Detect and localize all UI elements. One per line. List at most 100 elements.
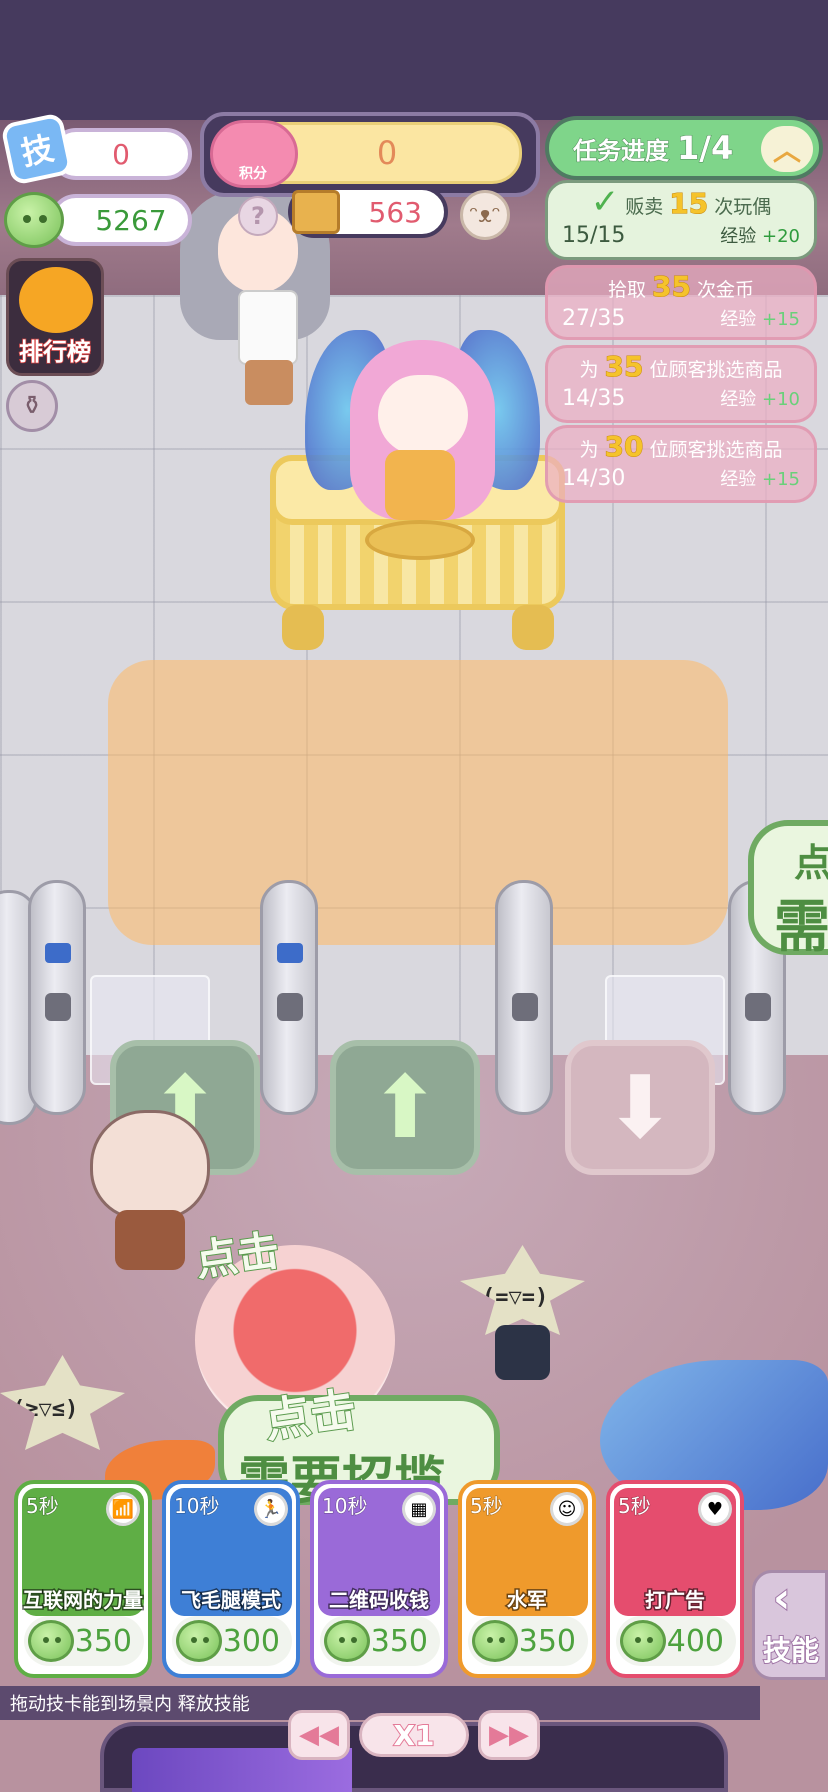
skill-cost-value: 350 — [74, 1623, 132, 1659]
chevron-left-icon: ‹ — [772, 1572, 791, 1623]
shopkeeper-legs — [245, 360, 293, 405]
task-count: 27/35 — [562, 305, 626, 331]
rewind-icon[interactable]: ◀◀ — [288, 1710, 350, 1760]
counter-leg — [282, 605, 324, 650]
qr-icon: ▦ — [402, 1492, 436, 1526]
skill-points-value: 0 — [112, 137, 130, 171]
mascot-icon[interactable]: ᵔᴥᵔ — [460, 190, 510, 240]
box-icon — [292, 190, 340, 234]
tap-hint-label: 点击 — [191, 1224, 283, 1286]
shopkeeper-dress — [238, 290, 298, 365]
fast-forward-icon[interactable]: ▶▶ — [478, 1710, 540, 1760]
checkmark-icon: ✓ — [590, 182, 620, 222]
skill-cost-value: 400 — [666, 1623, 724, 1659]
skill-cost-value: 350 — [370, 1623, 428, 1659]
customer-whistling[interactable] — [90, 1110, 210, 1220]
customer-body — [115, 1210, 185, 1270]
skill-cost: 350 — [24, 1616, 144, 1666]
task-xp: 经验 +15 — [720, 469, 800, 490]
skill-hint-text: 拖动技卡能到场景内 释放技能 — [10, 1694, 250, 1715]
ranking-button[interactable]: 排行榜 — [6, 258, 104, 376]
counter-leg — [512, 605, 554, 650]
skills-toggle-label: 技能 — [762, 1633, 820, 1668]
skill-name: 互联网的力量 — [22, 1587, 145, 1614]
customer-body — [495, 1325, 550, 1380]
skill-timer: 5秒 — [470, 1494, 504, 1519]
bubble-need-text: 需 — [774, 895, 828, 960]
task-item: ✓ 贩卖 15 次玩偶 15/15 经验 +20 — [545, 180, 817, 260]
ranking-label: 排行榜 — [18, 337, 92, 367]
task-item: 为 35 位顾客挑选商品 14/35 经验 +10 — [545, 345, 817, 423]
task-count: 14/30 — [562, 465, 626, 491]
arrow-down-icon: ⬇ — [603, 1057, 677, 1158]
skill-timer: 10秒 — [173, 1494, 220, 1519]
skill-cost: 350 — [468, 1616, 588, 1666]
skill-card-qr[interactable]: 10秒 ▦ 二维码收钱 350 — [310, 1480, 448, 1678]
seeds-value: 5267 — [95, 203, 167, 237]
skill-card-internet[interactable]: 5秒 📶 互联网的力量 350 — [14, 1480, 152, 1678]
skill-name: 飞毛腿模式 — [180, 1587, 283, 1614]
task-description: 为 30 位顾客挑选商品 — [579, 430, 783, 463]
chevron-up-icon[interactable]: ︿ — [761, 126, 813, 172]
skill-cost-value: 350 — [518, 1623, 576, 1659]
task-count: 14/35 — [562, 385, 626, 411]
skill-name: 二维码收钱 — [328, 1587, 431, 1614]
crowd-icon: ☺ — [550, 1492, 584, 1526]
seeds-pill: 5267 — [50, 194, 192, 246]
help-button[interactable]: ? — [238, 196, 278, 236]
skill-name: 水军 — [506, 1587, 549, 1614]
arrow-up-icon: ⬆ — [368, 1057, 442, 1158]
skill-card-speed[interactable]: 10秒 🏃 飞毛腿模式 300 — [162, 1480, 300, 1678]
task-description: 拾取 35 次金币 — [607, 270, 755, 303]
skill-cost: 300 — [172, 1616, 292, 1666]
task-description: ✓ 贩卖 15 次玩偶 — [590, 182, 772, 222]
running-icon: 🏃 — [254, 1492, 288, 1526]
skill-card-advertise[interactable]: 5秒 ♥ 打广告 400 — [606, 1480, 744, 1678]
fairy-doll-body — [385, 450, 455, 520]
speed-controls: ◀◀ X1 ▶▶ — [288, 1710, 540, 1760]
skill-points-pill: 0 — [50, 128, 192, 180]
fairy-doll-face — [378, 375, 468, 455]
speed-value[interactable]: X1 — [359, 1713, 469, 1757]
seed-currency-icon — [4, 192, 64, 248]
seed-currency-icon — [620, 1620, 666, 1662]
skill-timer: 5秒 — [26, 1494, 60, 1519]
queue-zone[interactable] — [108, 660, 728, 945]
task-xp: 经验 +10 — [720, 389, 800, 410]
skill-badge-icon[interactable]: 技 — [0, 112, 74, 186]
task-item: 为 30 位顾客挑选商品 14/30 经验 +15 — [545, 425, 817, 503]
bubble-tap-text: 点 — [794, 841, 828, 885]
bottle-icon[interactable]: ⚱ — [6, 380, 58, 432]
display-pedestal — [365, 520, 475, 560]
skill-cost-value: 300 — [222, 1623, 280, 1659]
megaphone-icon: ♥ — [698, 1492, 732, 1526]
task-progress-title: 任务进度 — [573, 136, 670, 165]
exit-arrow-down[interactable]: ⬇ — [565, 1040, 715, 1175]
turnstile — [260, 880, 318, 1115]
task-progress-count: 1/4 — [676, 129, 734, 168]
score-label: 积分 — [239, 166, 267, 182]
task-xp: 经验 +15 — [720, 309, 800, 330]
turnstile — [495, 880, 553, 1115]
skills-toggle-button[interactable]: ‹ 技能 — [752, 1570, 828, 1680]
skill-card-crowd[interactable]: 5秒 ☺ 水军 350 — [458, 1480, 596, 1678]
seed-currency-icon — [324, 1620, 370, 1662]
skill-timer: 10秒 — [321, 1494, 368, 1519]
skill-cost: 400 — [616, 1616, 736, 1666]
top-bar — [0, 0, 828, 120]
task-count: 15/15 — [562, 222, 626, 248]
task-description: 为 35 位顾客挑选商品 — [579, 350, 783, 383]
cat-headphones-icon — [19, 267, 93, 333]
boxes-value: 563 — [368, 195, 422, 229]
task-xp: 经验 +20 — [720, 226, 800, 247]
piggy-bank-icon: 积分 — [210, 120, 298, 188]
attract-bubble-partial[interactable]: 点 需 — [748, 820, 828, 960]
wifi-icon: 📶 — [106, 1492, 140, 1526]
score-value: 0 — [376, 134, 398, 172]
turnstile — [28, 880, 86, 1115]
skill-name: 打广告 — [644, 1587, 707, 1614]
skill-timer: 5秒 — [618, 1494, 652, 1519]
seed-currency-icon — [472, 1620, 518, 1662]
task-progress-header[interactable]: 任务进度 1/4 ︿ — [545, 116, 823, 180]
entry-arrow-up[interactable]: ⬆ — [330, 1040, 480, 1175]
